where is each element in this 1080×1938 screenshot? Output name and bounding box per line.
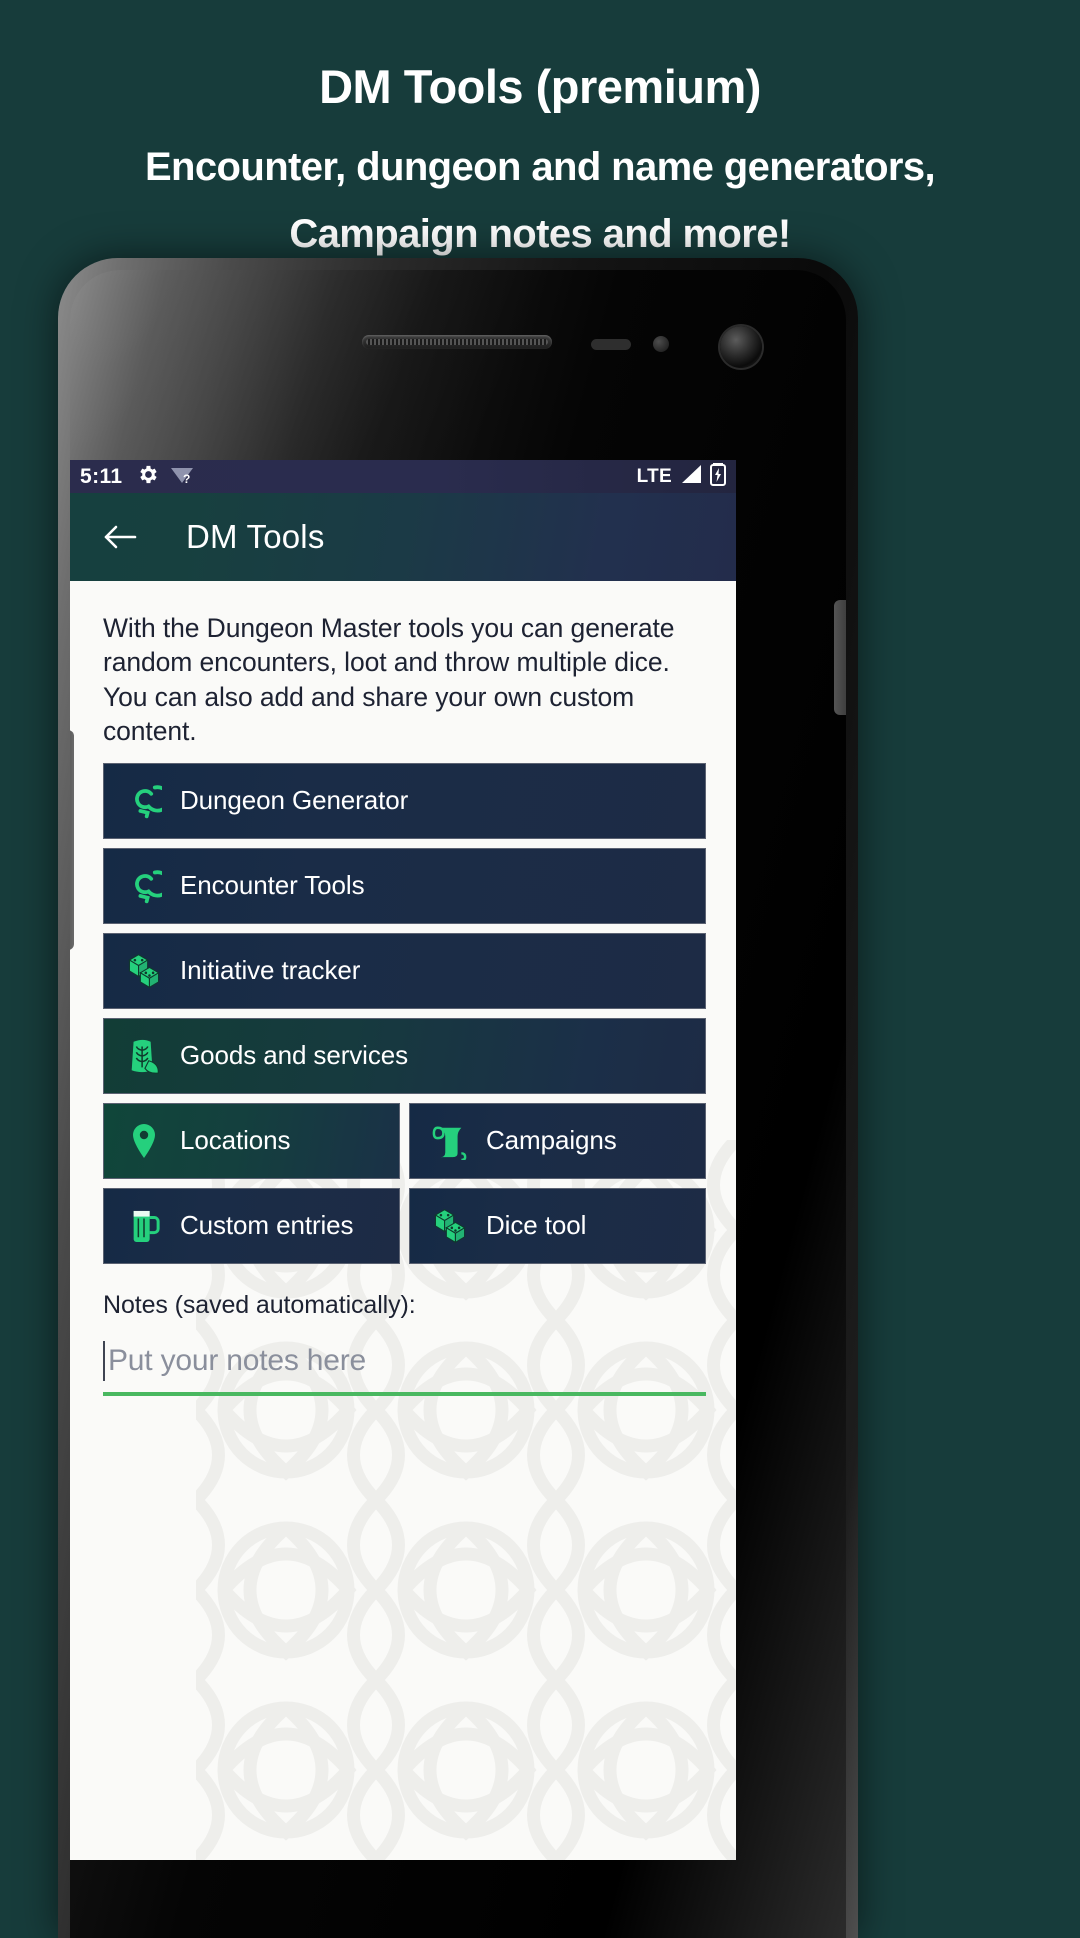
menu-button-locations[interactable]: Locations [103, 1102, 400, 1179]
dice-pair-icon [430, 1204, 470, 1248]
light-sensor-icon [653, 336, 669, 352]
signal-bars-icon [679, 463, 703, 490]
menu-row: Initiative tracker [103, 932, 706, 1009]
phone-screen: 5:11 ? LTE DM Tools With the Dungeon Mas… [70, 460, 736, 1860]
proximity-sensor-icon [591, 339, 631, 350]
front-camera-icon [720, 326, 762, 368]
beer-mug-icon [124, 1204, 164, 1248]
network-type-label: LTE [636, 465, 672, 487]
menu-button-label: Custom entries [180, 1210, 354, 1241]
phone-mockup: 5:11 ? LTE DM Tools With the Dungeon Mas… [58, 258, 858, 1938]
text-caret [103, 1340, 105, 1381]
menu-button-label: Dungeon Generator [180, 785, 409, 816]
status-time: 5:11 [80, 464, 123, 488]
grain-sack-icon [124, 1034, 164, 1078]
menu-button-dungeon-generator[interactable]: Dungeon Generator [103, 762, 706, 839]
menu-button-label: Campaigns [486, 1125, 617, 1156]
phone-bezel: 5:11 ? LTE DM Tools With the Dungeon Mas… [70, 270, 846, 1938]
wifi-unknown-icon: ? [169, 463, 195, 490]
menu-row: Custom entries Dice tool [103, 1187, 706, 1264]
menu-button-campaigns[interactable]: Campaigns [409, 1102, 706, 1179]
menu-button-label: Locations [180, 1125, 291, 1156]
tools-menu: Dungeon Generator Encounter Tools Initia… [70, 749, 736, 1264]
volume-button[interactable] [70, 730, 74, 950]
screen-content: With the Dungeon Master tools you can ge… [70, 581, 736, 1860]
menu-button-dice-tool[interactable]: Dice tool [409, 1187, 706, 1264]
menu-button-encounter-tools[interactable]: Encounter Tools [103, 847, 706, 924]
menu-row: Goods and services [103, 1017, 706, 1094]
intro-paragraph: With the Dungeon Master tools you can ge… [103, 613, 675, 747]
promo-subtitle-line2: Campaign notes and more! [289, 212, 791, 257]
app-bar: DM Tools [70, 493, 736, 581]
promo-subtitle-line1: Encounter, dungeon and name generators, [144, 145, 936, 190]
gear-icon [136, 463, 159, 491]
power-button[interactable] [834, 600, 846, 715]
promo-title: DM Tools (premium) [319, 60, 761, 113]
menu-row: Encounter Tools [103, 847, 706, 924]
menu-button-goods-and-services[interactable]: Goods and services [103, 1017, 706, 1094]
menu-button-label: Goods and services [180, 1040, 408, 1071]
menu-row: Locations Campaigns [103, 1102, 706, 1179]
menu-button-label: Dice tool [486, 1210, 587, 1241]
status-bar: 5:11 ? LTE [70, 460, 736, 493]
spiral-dungeon-icon [124, 779, 164, 823]
page-title: DM Tools [186, 518, 325, 555]
status-right-icons: LTE [637, 462, 726, 491]
earpiece-speaker-icon [362, 335, 552, 349]
scroll-icon [430, 1119, 470, 1163]
notes-input[interactable]: Put your notes here [103, 1330, 706, 1396]
menu-row: Dungeon Generator [103, 762, 706, 839]
svg-text:?: ? [183, 472, 190, 485]
notes-placeholder: Put your notes here [108, 1343, 367, 1377]
promo-header: DM Tools (premium) Encounter, dungeon an… [0, 0, 1080, 263]
notes-label: Notes (saved automatically): [103, 1290, 416, 1319]
menu-button-initiative-tracker[interactable]: Initiative tracker [103, 932, 706, 1009]
menu-button-label: Initiative tracker [180, 955, 361, 986]
battery-charging-icon [710, 462, 726, 491]
status-left-icons: ? [136, 463, 195, 491]
menu-button-label: Encounter Tools [180, 870, 365, 901]
arrow-left-icon[interactable] [100, 517, 140, 557]
map-pin-icon [124, 1119, 164, 1163]
spiral-dungeon-icon [124, 864, 164, 908]
dice-pair-icon [124, 949, 164, 993]
menu-button-custom-entries[interactable]: Custom entries [103, 1187, 400, 1264]
